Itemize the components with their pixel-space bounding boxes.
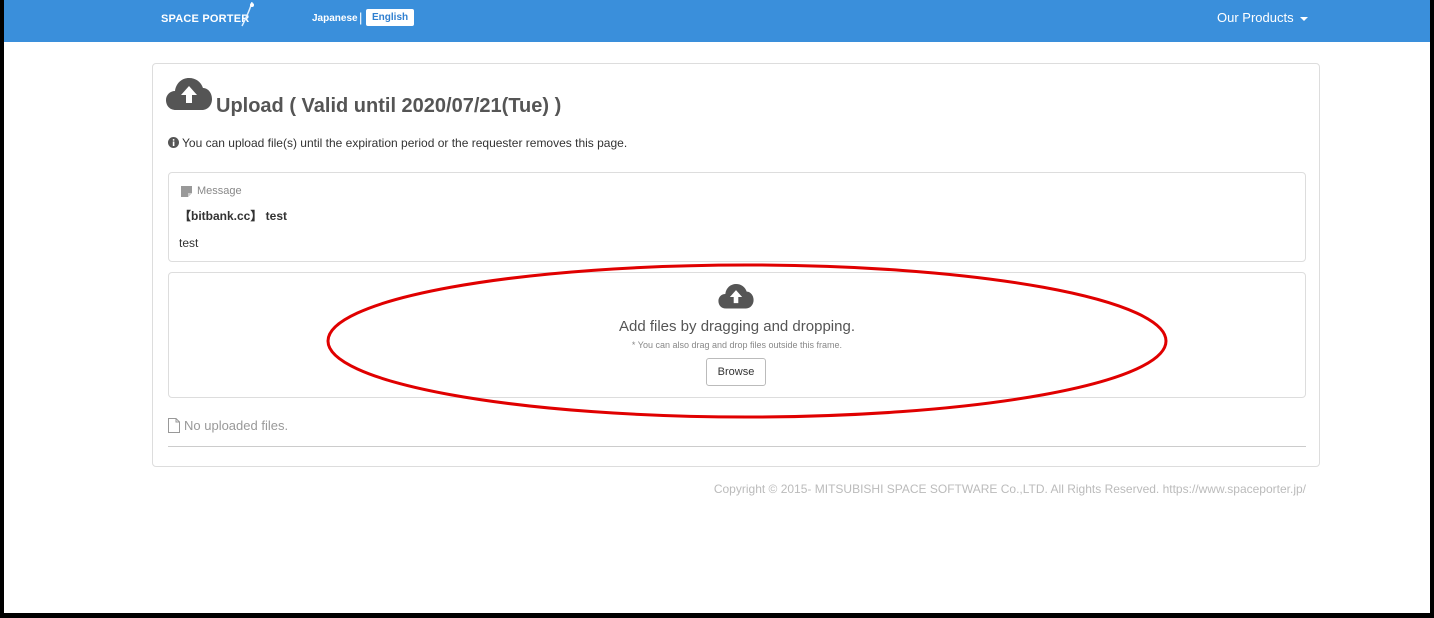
- divider: [168, 446, 1306, 447]
- message-box: [168, 172, 1306, 262]
- page-frame: SPACE PORTER Japanese | English Our Prod…: [4, 0, 1430, 613]
- footer-copyright: Copyright © 2015- MITSUBISHI SPACE SOFTW…: [713, 482, 1306, 496]
- lang-separator: |: [359, 10, 363, 25]
- brand-comet-icon: [241, 2, 254, 27]
- brand-logo-text[interactable]: SPACE PORTER: [161, 13, 249, 25]
- message-body: test: [179, 236, 199, 250]
- red-annotation-ellipse: [326, 263, 1168, 419]
- our-products-label: Our Products: [1217, 10, 1294, 25]
- message-label: Message: [197, 185, 242, 197]
- lang-english-button[interactable]: English: [366, 9, 415, 26]
- caret-down-icon: [1299, 16, 1308, 21]
- upload-info-text: You can upload file(s) until the expirat…: [182, 136, 628, 150]
- lang-japanese-link[interactable]: Japanese: [312, 13, 358, 24]
- sticky-note-icon: [181, 186, 192, 197]
- our-products-dropdown[interactable]: Our Products: [1217, 10, 1308, 25]
- file-icon: [168, 418, 180, 433]
- no-uploaded-files-text: No uploaded files.: [184, 418, 289, 433]
- info-circle-icon: [168, 137, 179, 148]
- upload-title: Upload ( Valid until 2020/07/21(Tue) ): [216, 95, 562, 117]
- top-navbar: SPACE PORTER Japanese | English Our Prod…: [4, 0, 1430, 42]
- cloud-upload-icon: [166, 78, 212, 110]
- message-subject: 【bitbank.cc】 test: [179, 209, 288, 223]
